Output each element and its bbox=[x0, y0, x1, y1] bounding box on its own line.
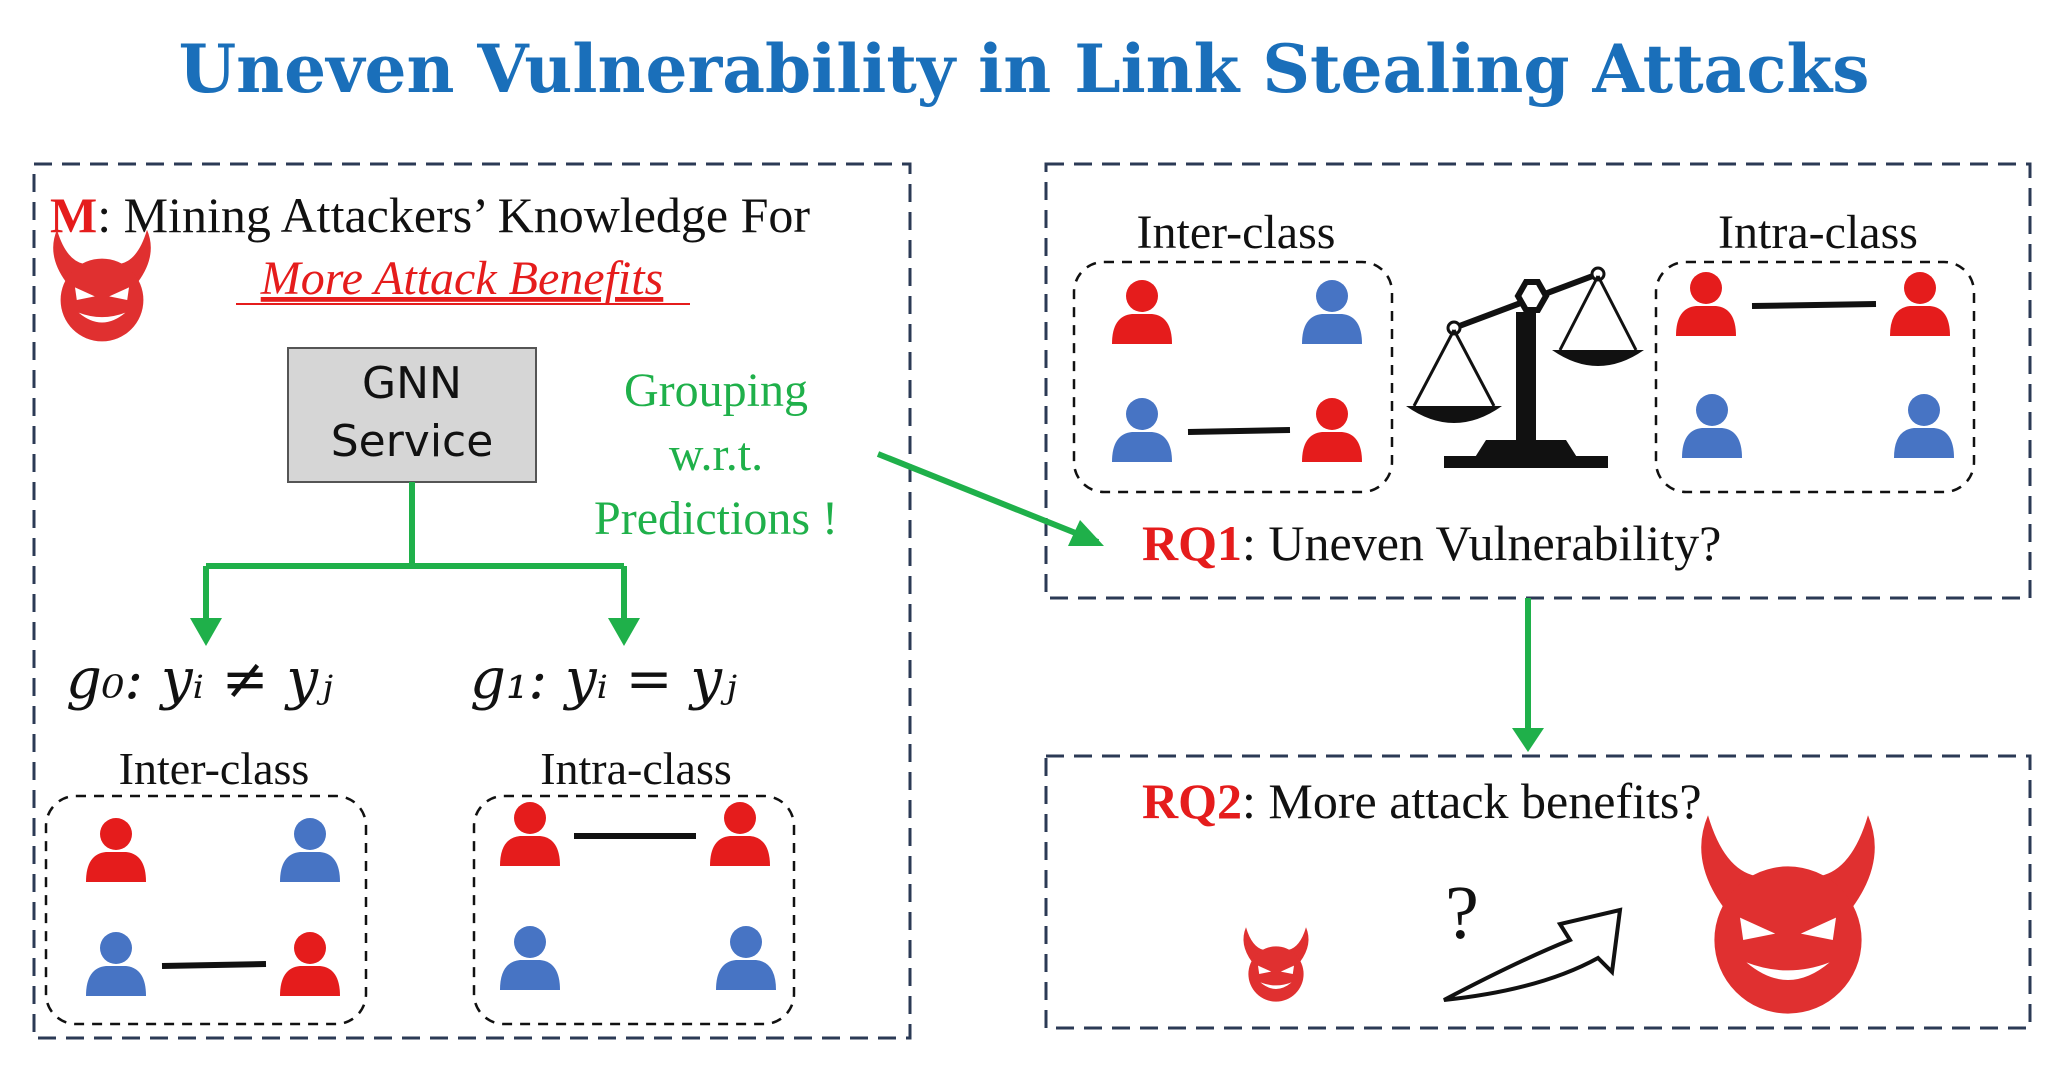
rq1-tag: RQ1 bbox=[1142, 515, 1242, 571]
page-title: Uneven Vulnerability in Link Stealing At… bbox=[179, 30, 1870, 108]
left-inter-label: Inter-class bbox=[119, 743, 310, 794]
left-intra-label: Intra-class bbox=[540, 743, 732, 794]
person-icon bbox=[1894, 394, 1954, 458]
g1-label: g₁: yᵢ = yⱼ bbox=[470, 647, 737, 712]
person-icon bbox=[1302, 398, 1362, 462]
arrow-icon bbox=[1512, 728, 1544, 752]
mining-highlight: More Attack Benefits bbox=[260, 252, 664, 305]
person-icon bbox=[500, 802, 560, 866]
grouping-line1: Grouping bbox=[624, 364, 808, 417]
person-icon bbox=[86, 932, 146, 996]
person-icon bbox=[1112, 398, 1172, 462]
mining-text: : Mining Attackers’ Knowledge For bbox=[97, 187, 810, 243]
diagram-canvas: Uneven Vulnerability in Link Stealing At… bbox=[32, 30, 2032, 1040]
devil-icon bbox=[53, 229, 151, 342]
question-mark: ? bbox=[1445, 871, 1479, 955]
person-icon bbox=[1682, 394, 1742, 458]
person-icon bbox=[280, 932, 340, 996]
rq1-text: : Uneven Vulnerability? bbox=[1242, 515, 1721, 571]
gnn-line1: GNN bbox=[362, 358, 462, 409]
devil-icon bbox=[1701, 815, 1875, 1014]
arrow-icon bbox=[608, 618, 640, 646]
rq2-text: : More attack benefits? bbox=[1242, 773, 1702, 829]
grouping-line3: Predictions ! bbox=[594, 492, 838, 545]
rq1-intra-label: Intra-class bbox=[1718, 206, 1918, 259]
person-icon bbox=[1890, 272, 1950, 336]
rq1-question: RQ1: Uneven Vulnerability? bbox=[1142, 515, 1721, 571]
person-icon bbox=[500, 926, 560, 990]
person-icon bbox=[86, 818, 146, 882]
arrow-icon bbox=[190, 618, 222, 646]
rq1-inter-label: Inter-class bbox=[1137, 206, 1336, 259]
grouping-line2: w.r.t. bbox=[669, 428, 763, 481]
person-icon bbox=[1676, 272, 1736, 336]
devil-icon bbox=[1243, 927, 1309, 1002]
rq2-tag: RQ2 bbox=[1142, 773, 1242, 829]
person-icon bbox=[280, 818, 340, 882]
rq2-question: RQ2: More attack benefits? bbox=[1142, 773, 1702, 829]
edge-line bbox=[1751, 301, 1877, 309]
edge-line bbox=[161, 961, 267, 969]
person-icon bbox=[716, 926, 776, 990]
g0-label: g₀: yᵢ ≠ yⱼ bbox=[66, 647, 333, 712]
person-icon bbox=[1302, 280, 1362, 344]
mining-heading: M: Mining Attackers’ Knowledge For bbox=[50, 187, 810, 243]
scale-icon bbox=[1406, 266, 1644, 468]
tree-connector bbox=[203, 482, 627, 620]
person-icon bbox=[710, 802, 770, 866]
gnn-line2: Service bbox=[331, 416, 494, 467]
person-icon bbox=[1112, 280, 1172, 344]
edge-line bbox=[1187, 427, 1291, 435]
